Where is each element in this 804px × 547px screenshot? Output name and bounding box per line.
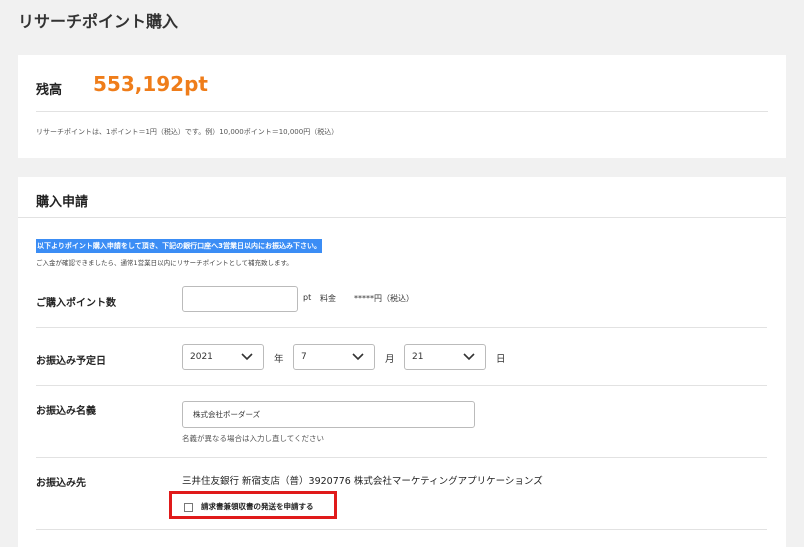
chevron-down-icon xyxy=(352,353,364,361)
destination-value: 三井住友銀行 新宿支店（普）3920776 株式会社マーケティングアプリケーショ… xyxy=(182,476,543,487)
balance-label: 残高 xyxy=(36,83,63,98)
balance-card: 残高 553,192pt リサーチポイントは、1ポイント＝1円（税込）です。例）… xyxy=(18,55,786,158)
points-label: ご購入ポイント数 xyxy=(36,298,116,309)
balance-note: リサーチポイントは、1ポイント＝1円（税込）です。例）10,000ポイント＝10… xyxy=(36,128,339,136)
transfer-date-label: お振込み予定日 xyxy=(36,356,106,367)
invoice-request-highlight: 請求書兼領収書の発送を申請する xyxy=(169,491,337,519)
transfer-name-label: お振込み名義 xyxy=(36,406,96,417)
notice-highlight: 以下よりポイント購入申請をして頂き、下記の銀行口座へ3営業日以内にお振込み下さい… xyxy=(36,239,323,253)
transfer-name-hint: 名義が異なる場合は入力し直してください xyxy=(182,434,325,443)
points-input[interactable] xyxy=(182,286,298,312)
year-unit: 年 xyxy=(274,354,284,365)
day-unit: 日 xyxy=(496,354,506,365)
fee-value: *****円（税込） xyxy=(354,294,414,303)
chevron-down-icon xyxy=(241,353,253,361)
fee-label: 料金 xyxy=(320,294,336,303)
notice-sub: ご入金が確認できましたら、通常1営業日以内にリサーチポイントとして補充致します。 xyxy=(36,259,293,267)
section-title: 購入申請 xyxy=(36,195,89,210)
points-unit: pt xyxy=(303,293,312,302)
year-value: 2021 xyxy=(190,352,213,362)
year-select[interactable]: 2021 xyxy=(182,344,264,370)
chevron-down-icon xyxy=(463,353,475,361)
balance-value: 553,192pt xyxy=(93,72,208,96)
day-value: 21 xyxy=(412,352,424,362)
divider xyxy=(18,217,786,218)
invoice-request-checkbox[interactable] xyxy=(184,503,193,512)
divider xyxy=(36,529,767,530)
page-title: リサーチポイント購入 xyxy=(18,12,179,31)
purchase-card: 購入申請 以下よりポイント購入申請をして頂き、下記の銀行口座へ3営業日以内にお振… xyxy=(18,177,786,547)
divider xyxy=(36,457,767,458)
divider xyxy=(36,327,767,328)
month-select[interactable]: 7 xyxy=(293,344,375,370)
month-unit: 月 xyxy=(385,354,395,365)
divider xyxy=(36,111,768,112)
divider xyxy=(36,385,767,386)
transfer-name-input[interactable] xyxy=(182,401,475,428)
invoice-request-label[interactable]: 請求書兼領収書の発送を申請する xyxy=(201,501,314,512)
day-select[interactable]: 21 xyxy=(404,344,486,370)
destination-label: お振込み先 xyxy=(36,478,86,489)
month-value: 7 xyxy=(301,352,307,362)
